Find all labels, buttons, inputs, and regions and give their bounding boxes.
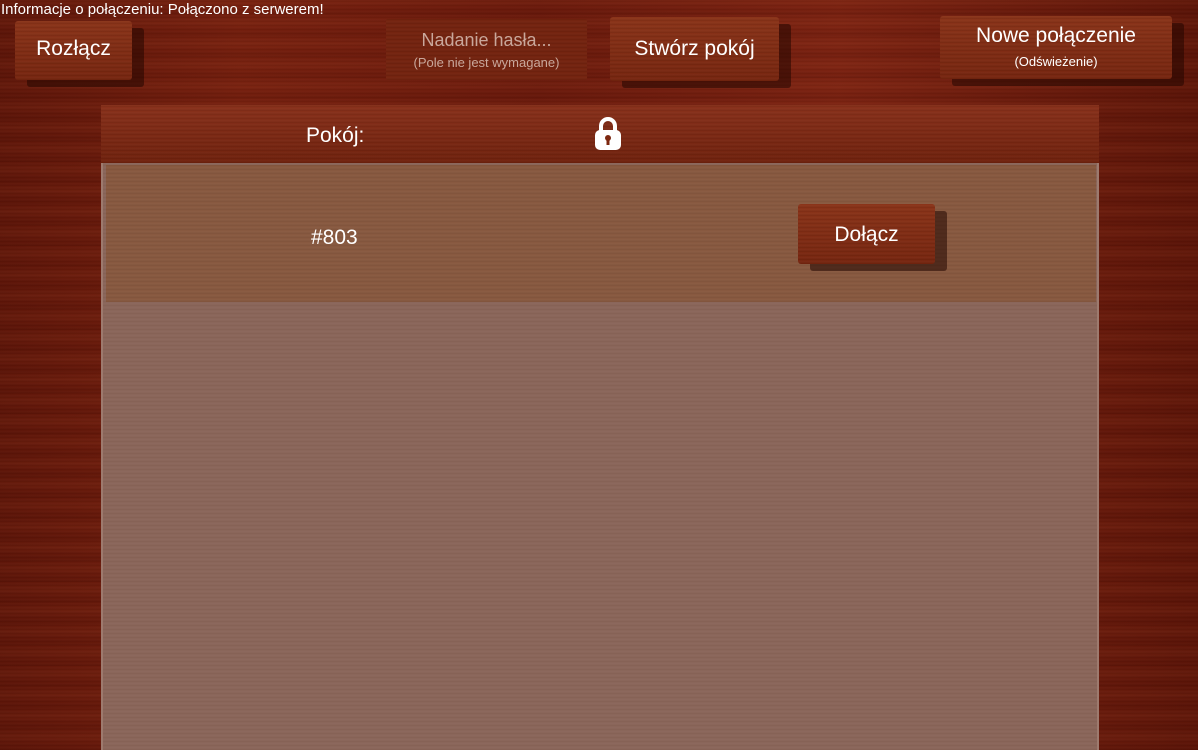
- lock-icon: [595, 117, 621, 150]
- room-row: #803: [106, 165, 1096, 302]
- room-list-header: Pokój:: [101, 105, 1099, 163]
- password-placeholder: Nadanie hasła...: [421, 30, 552, 50]
- room-column-header: Pokój:: [306, 124, 365, 147]
- new-connection-button[interactable]: Nowe połączenie (Odświeżenie): [940, 16, 1172, 79]
- join-room-button-label: Dołącz: [834, 223, 899, 246]
- new-connection-button-sublabel: (Odświeżenie): [1014, 54, 1098, 69]
- room-name: #803: [311, 226, 358, 249]
- disconnect-button[interactable]: Rozłącz: [15, 21, 132, 80]
- password-input[interactable]: Nadanie hasła... (Pole nie jest wymagane…: [386, 19, 587, 80]
- join-room-button[interactable]: Dołącz: [798, 204, 935, 264]
- room-list-panel: Pokój: #803: [101, 105, 1099, 750]
- connection-status: Informacje o połączeniu: Połączono z ser…: [1, 1, 324, 18]
- password-hint: (Pole nie jest wymagane): [413, 55, 560, 70]
- create-room-button[interactable]: Stwórz pokój: [610, 17, 779, 81]
- disconnect-button-label: Rozłącz: [36, 37, 111, 60]
- new-connection-button-label: Nowe połączenie: [976, 24, 1136, 47]
- room-list[interactable]: #803: [101, 163, 1099, 750]
- create-room-button-label: Stwórz pokój: [634, 37, 755, 60]
